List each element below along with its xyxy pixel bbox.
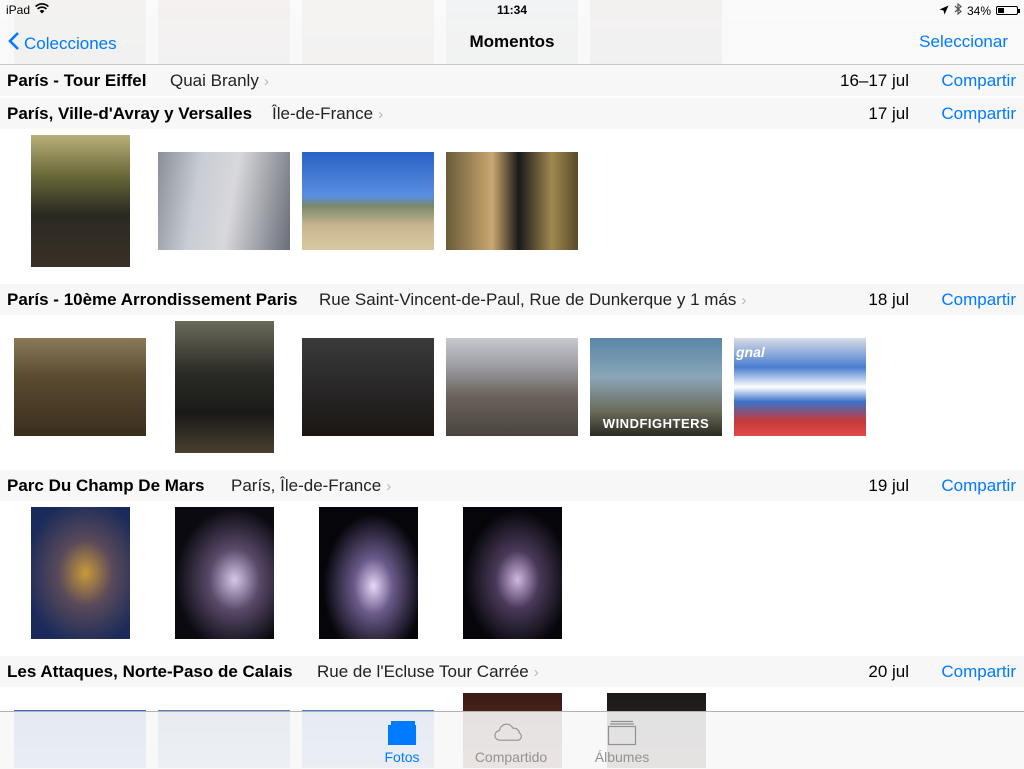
moment-date: 20 jul bbox=[868, 662, 909, 681]
photo-thumbnail[interactable]: WINDFIGHTERS bbox=[590, 338, 722, 436]
tab-photos[interactable]: Fotos bbox=[347, 712, 457, 769]
moment-title: París - 10ème Arrondissement Paris bbox=[7, 290, 298, 309]
tab-bar: Fotos Compartido Álbumes bbox=[0, 711, 1024, 769]
moment-location: Quai Branly bbox=[170, 71, 259, 90]
moment-header: París - Tour Eiffel Quai Branly › 16–17 … bbox=[0, 65, 1024, 96]
photo-thumbnail[interactable] bbox=[302, 152, 434, 250]
clock: 11:34 bbox=[496, 3, 528, 17]
moment-header: Les Attaques, Norte-Paso de Calais Rue d… bbox=[0, 656, 1024, 687]
moment-title: París - Tour Eiffel bbox=[7, 71, 147, 90]
photo-thumbnail[interactable] bbox=[319, 507, 418, 639]
battery-icon bbox=[996, 6, 1020, 15]
battery-percent: 34% bbox=[966, 3, 991, 18]
chevron-right-icon: › bbox=[386, 477, 392, 495]
share-button[interactable]: Compartir bbox=[941, 104, 1016, 124]
moment-location: Rue de l'Ecluse Tour Carrée bbox=[317, 662, 529, 681]
moment-location: Rue Saint-Vincent-de-Paul, Rue de Dunker… bbox=[319, 290, 737, 309]
photo-thumbnail[interactable] bbox=[14, 338, 146, 436]
moment-header: París, Ville-d'Avray y Versalles Île-de-… bbox=[0, 98, 1024, 129]
tab-photos-label: Fotos bbox=[384, 749, 420, 765]
moment-title: Parc Du Champ De Mars bbox=[7, 476, 205, 495]
chevron-right-icon: › bbox=[741, 291, 747, 309]
moment-location-link[interactable]: París, Île-de-France › bbox=[231, 476, 391, 496]
navigation-bar: Colecciones Momentos Seleccionar bbox=[0, 20, 1024, 65]
share-button[interactable]: Compartir bbox=[941, 290, 1016, 310]
moment-header: Parc Du Champ De Mars París, Île-de-Fran… bbox=[0, 470, 1024, 501]
photo-thumbnail[interactable] bbox=[463, 507, 562, 639]
photo-thumbnail[interactable]: gnal bbox=[734, 338, 866, 436]
moment-date: 16–17 jul bbox=[839, 71, 909, 90]
moment-date: 18 jul bbox=[868, 290, 909, 309]
box-text: gnal bbox=[736, 344, 765, 360]
share-button[interactable]: Compartir bbox=[941, 476, 1016, 496]
photo-thumbnail[interactable] bbox=[446, 152, 578, 250]
photos-icon bbox=[386, 720, 418, 746]
select-button[interactable]: Seleccionar bbox=[919, 32, 1008, 52]
page-title: Momentos bbox=[469, 32, 555, 51]
photo-thumbnail[interactable] bbox=[175, 321, 274, 453]
photo-thumbnail[interactable] bbox=[175, 507, 274, 639]
moment-title: Les Attaques, Norte-Paso de Calais bbox=[7, 662, 293, 681]
tab-albums-label: Álbumes bbox=[594, 749, 650, 765]
chevron-right-icon: › bbox=[378, 105, 384, 123]
moment-location: París, Île-de-France bbox=[231, 476, 382, 495]
photo-thumbnail[interactable] bbox=[31, 135, 130, 267]
poster-caption: WINDFIGHTERS bbox=[602, 416, 710, 431]
share-button[interactable]: Compartir bbox=[941, 662, 1016, 682]
moment-date: 19 jul bbox=[868, 476, 909, 495]
moment-location-link[interactable]: Rue de l'Ecluse Tour Carrée › bbox=[317, 662, 539, 682]
tab-shared-label: Compartido bbox=[474, 749, 548, 765]
photo-thumbnail[interactable] bbox=[31, 507, 130, 639]
photo-thumbnail[interactable] bbox=[302, 338, 434, 436]
photo-thumbnail[interactable] bbox=[158, 152, 290, 250]
photo-thumbnail[interactable] bbox=[446, 338, 578, 436]
tab-albums[interactable]: Álbumes bbox=[567, 712, 677, 769]
albums-icon bbox=[606, 720, 638, 746]
bluetooth-icon bbox=[954, 2, 962, 18]
moment-title: París, Ville-d'Avray y Versalles bbox=[7, 104, 253, 123]
moment-location: Île-de-France bbox=[272, 104, 374, 123]
tab-shared[interactable]: Compartido bbox=[456, 712, 566, 769]
moment-location-link[interactable]: Île-de-France › bbox=[272, 104, 383, 124]
moment-location-link[interactable]: Rue Saint-Vincent-de-Paul, Rue de Dunker… bbox=[319, 290, 746, 310]
chevron-right-icon: › bbox=[533, 663, 539, 681]
chevron-right-icon: › bbox=[263, 72, 269, 90]
share-button[interactable]: Compartir bbox=[941, 71, 1016, 91]
location-arrow-icon bbox=[939, 4, 949, 18]
moment-date: 17 jul bbox=[868, 104, 909, 123]
moment-location-link[interactable]: Quai Branly › bbox=[170, 71, 269, 91]
moment-header: París - 10ème Arrondissement Paris Rue S… bbox=[0, 284, 1024, 315]
cloud-icon bbox=[494, 720, 527, 746]
status-bar: iPad 11:34 34% bbox=[0, 0, 1024, 20]
